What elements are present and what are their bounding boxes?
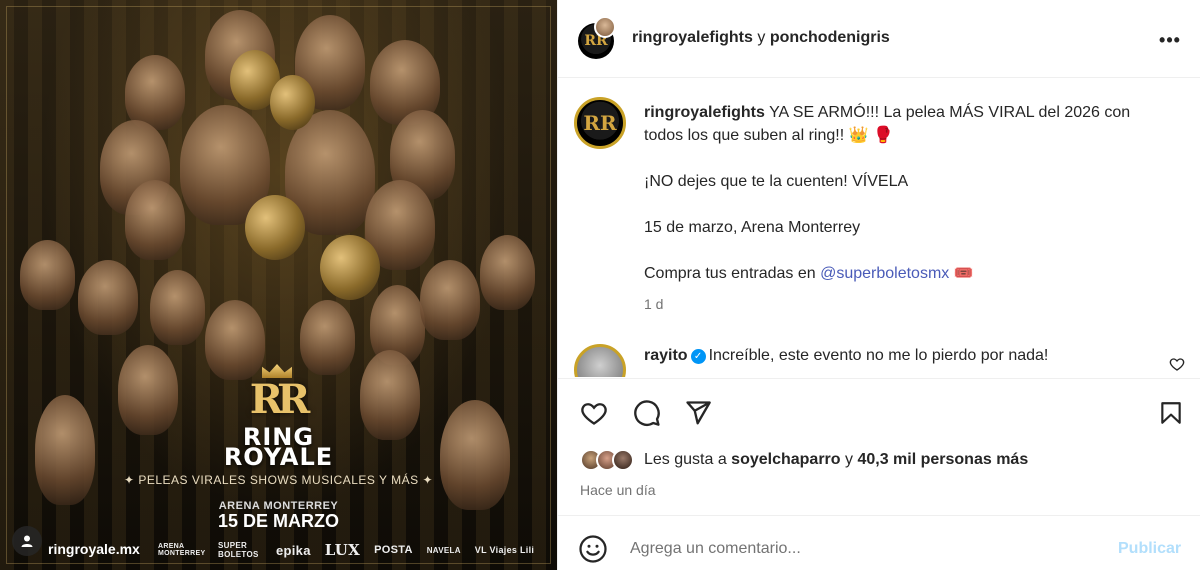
caption-author-avatar[interactable]: RR	[574, 97, 626, 149]
ring-royale-logo: RR	[249, 376, 310, 423]
post-side-panel: RR ringroyalefights y ponchodenigris •••…	[557, 0, 1200, 570]
poster-face	[150, 270, 205, 345]
comment-button[interactable]	[631, 397, 663, 429]
collaborator-avatar[interactable]	[594, 16, 616, 38]
caption-line3: 15 de marzo, Arena Monterrey	[644, 219, 861, 236]
collaborator-username[interactable]: ponchodenigris	[770, 29, 890, 46]
verified-badge-icon: ✓	[690, 349, 706, 364]
boxing-glove	[245, 195, 305, 260]
sponsor-logo: NAVELA	[426, 545, 461, 555]
share-button[interactable]	[682, 397, 714, 429]
sponsor-logo: VL Viajes Lili	[474, 545, 535, 555]
post-caption: ringroyalefights YA SE ARMÓ!!! La pelea …	[644, 101, 1164, 308]
poster-face	[300, 300, 355, 375]
comment-bubble-icon	[634, 400, 660, 426]
likes-middle: y	[840, 451, 858, 468]
person-icon	[21, 535, 33, 547]
liker-username[interactable]: soyelchaparro	[731, 451, 840, 468]
comment: rayito ✓ Increíble, este evento no me lo p…	[644, 347, 1048, 365]
heart-icon	[581, 403, 607, 425]
more-options-icon[interactable]: •••	[1159, 29, 1181, 51]
commenter-username[interactable]: rayito	[644, 347, 688, 364]
authors-conjunction: y	[757, 29, 766, 46]
caption-line2: ¡NO dejes que te la cuenten! VÍVELA	[644, 173, 909, 190]
caption-line4-prefix: Compra tus entradas en	[644, 265, 821, 282]
comment-like-heart-icon[interactable]	[1169, 356, 1185, 372]
poster-face	[20, 240, 75, 310]
like-button[interactable]	[578, 397, 610, 429]
likes-text[interactable]: Les gusta a soyelchaparro y 40,3 mil per…	[644, 451, 1028, 469]
sponsor-logo: POSTA	[374, 544, 413, 556]
comment-input[interactable]	[630, 536, 1100, 562]
sponsor-logo: epika	[276, 542, 311, 558]
poster-url: ringroyale.mx	[48, 541, 140, 557]
caption-username[interactable]: ringroyalefights	[644, 104, 765, 121]
poster-face	[78, 260, 138, 335]
save-button[interactable]	[1155, 397, 1187, 429]
poster-face	[205, 300, 265, 380]
tagged-users-button[interactable]	[12, 526, 42, 556]
mention-link[interactable]: @superboletosmx	[820, 265, 949, 282]
poster-face	[118, 345, 178, 435]
sponsor-logo: LUX	[324, 541, 361, 559]
boxing-glove	[320, 235, 380, 300]
liker-avatar[interactable]	[612, 449, 634, 471]
publish-button[interactable]: Publicar	[1118, 540, 1181, 558]
poster-face	[125, 55, 185, 130]
likes-summary: Les gusta a soyelchaparro y 40,3 mil per…	[580, 449, 1028, 471]
comment-text: Increíble, este evento no me lo pierdo p…	[708, 347, 1049, 364]
poster-date: 15 DE MARZO	[217, 511, 340, 531]
poster-tagline: ✦ PELEAS VIRALES SHOWS MUSICALES Y MÁS ✦	[123, 473, 434, 487]
emoji-icon[interactable]	[578, 534, 608, 564]
caption-line4-suffix: 🎟️	[949, 265, 974, 282]
bookmark-icon	[1161, 402, 1181, 424]
paper-plane-icon	[686, 401, 711, 425]
likes-count[interactable]: 40,3 mil personas más	[857, 451, 1028, 468]
likes-prefix: Les gusta a	[644, 451, 732, 468]
author-username[interactable]: ringroyalefights	[632, 29, 753, 46]
post-image[interactable]: RR RING ROYALE ✦ PELEAS VIRALES SHOWS MU…	[0, 0, 557, 570]
comments-section: RR ringroyalefights YA SE ARMÓ!!! La pel…	[558, 79, 1200, 377]
sponsor-logo: ARENA MONTERREY	[158, 543, 206, 557]
add-comment-bar: Publicar	[558, 515, 1200, 570]
poster-face	[480, 235, 535, 310]
post-header: RR ringroyalefights y ponchodenigris •••	[558, 0, 1200, 78]
post-date[interactable]: Hace un día	[580, 482, 656, 498]
post-authors: ringroyalefights y ponchodenigris	[632, 29, 890, 47]
poster-title-line2: ROYALE	[223, 443, 334, 471]
poster-face	[125, 180, 185, 260]
boxing-glove	[270, 75, 315, 130]
post-actions: Les gusta a soyelchaparro y 40,3 mil per…	[558, 378, 1200, 515]
commenter-avatar[interactable]	[574, 344, 626, 377]
sponsor-logos: ARENA MONTERREY SUPER BOLETOS epika LUX …	[158, 541, 534, 559]
caption-time[interactable]: 1 d	[644, 296, 663, 312]
sponsor-logo: SUPER BOLETOS	[218, 541, 259, 559]
poster-face	[420, 260, 480, 340]
